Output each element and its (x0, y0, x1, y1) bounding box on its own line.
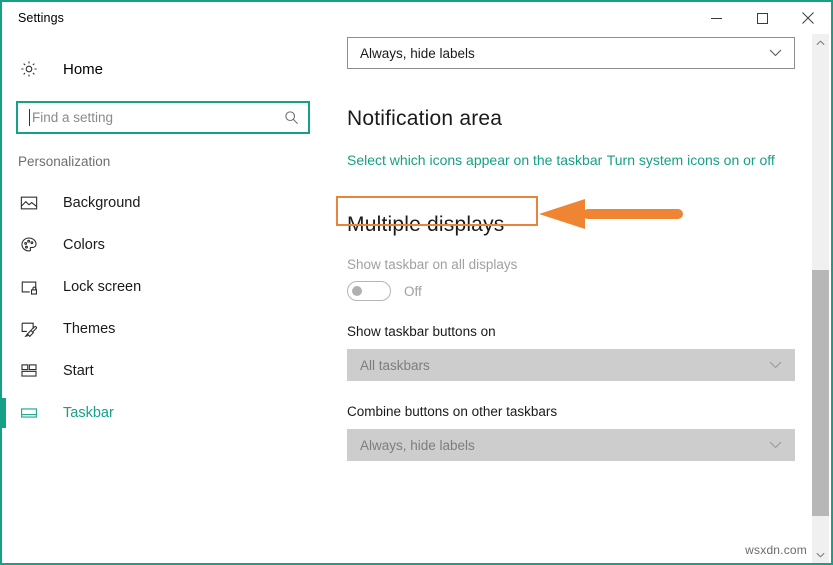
vertical-scrollbar[interactable] (812, 34, 829, 563)
combine-buttons-dropdown[interactable]: Always, hide labels (347, 429, 795, 461)
select-icons-link[interactable]: Select which icons appear on the taskbar (347, 152, 602, 168)
search-box[interactable] (16, 101, 310, 134)
dropdown-value: Always, hide labels (360, 45, 475, 61)
sidebar-item-colors[interactable]: Colors (2, 224, 332, 266)
close-icon (802, 12, 814, 24)
sidebar-section-label: Personalization (18, 154, 111, 169)
maximize-button[interactable] (739, 2, 785, 34)
turn-system-icons-link[interactable]: Turn system icons on or off (607, 152, 775, 168)
show-taskbar-toggle[interactable] (347, 281, 391, 301)
sidebar-item-label: Taskbar (63, 405, 114, 421)
watermark: wsxdn.com (745, 543, 807, 557)
sidebar-item-taskbar[interactable]: Taskbar (2, 392, 332, 434)
sidebar-item-label: Start (63, 363, 94, 379)
chevron-up-icon (816, 39, 825, 45)
scrollbar-thumb[interactable] (812, 270, 829, 516)
tiles-icon (20, 362, 46, 380)
sidebar: Home Personalization Ba (2, 34, 332, 563)
toggle-state-label: Off (404, 283, 422, 299)
maximize-icon (756, 12, 768, 24)
window-title: Settings (18, 11, 64, 25)
settings-window: Settings Home Find a setting Personaliza… (0, 0, 833, 565)
dropdown-value: All taskbars (360, 357, 430, 373)
multiple-displays-heading: Multiple displays (347, 213, 505, 236)
sidebar-item-themes[interactable]: Themes (2, 308, 332, 350)
brush-icon (20, 320, 46, 338)
combine-buttons-dropdown-top[interactable]: Always, hide labels (347, 37, 795, 69)
image-icon (20, 194, 46, 212)
combine-buttons-label: Combine buttons on other taskbars (347, 404, 558, 419)
window-controls (693, 2, 831, 34)
scrollbar-down-button[interactable] (812, 546, 829, 563)
show-taskbar-buttons-label: Show taskbar buttons on (347, 324, 496, 339)
scrollbar-up-button[interactable] (812, 34, 829, 51)
gear-icon (20, 60, 46, 78)
chevron-down-icon (769, 441, 782, 450)
search-input[interactable] (18, 103, 274, 132)
toggle-knob (352, 286, 362, 296)
sidebar-item-label: Lock screen (63, 279, 142, 295)
title-bar: Settings (2, 2, 831, 34)
dropdown-value: Always, hide labels (360, 437, 475, 453)
text-caret (29, 109, 30, 126)
sidebar-item-label: Background (63, 195, 141, 211)
show-taskbar-buttons-dropdown[interactable]: All taskbars (347, 349, 795, 381)
sidebar-item-home[interactable]: Home (2, 51, 332, 87)
close-button[interactable] (785, 2, 831, 34)
sidebar-home-label: Home (63, 60, 104, 78)
chevron-down-icon (769, 49, 782, 58)
search-icon[interactable] (274, 110, 308, 125)
chevron-down-icon (816, 552, 825, 558)
taskbar-icon (20, 404, 46, 422)
sidebar-item-label: Colors (63, 237, 105, 253)
lock-screen-icon (20, 278, 46, 296)
minimize-button[interactable] (693, 2, 739, 34)
chevron-down-icon (769, 361, 782, 370)
sidebar-nav-list: Background Colors Lock screen Themes Sta… (2, 182, 332, 434)
minimize-icon (710, 17, 722, 19)
show-taskbar-toggle-row: Off (347, 281, 802, 301)
sidebar-item-background[interactable]: Background (2, 182, 332, 224)
sidebar-item-label: Themes (63, 321, 116, 337)
palette-icon (20, 236, 46, 254)
notification-area-heading: Notification area (347, 107, 503, 130)
main-content: Always, hide labels Notification area Se… (332, 34, 802, 563)
sidebar-item-start[interactable]: Start (2, 350, 332, 392)
show-taskbar-all-displays-label: Show taskbar on all displays (347, 257, 518, 272)
sidebar-item-lock-screen[interactable]: Lock screen (2, 266, 332, 308)
